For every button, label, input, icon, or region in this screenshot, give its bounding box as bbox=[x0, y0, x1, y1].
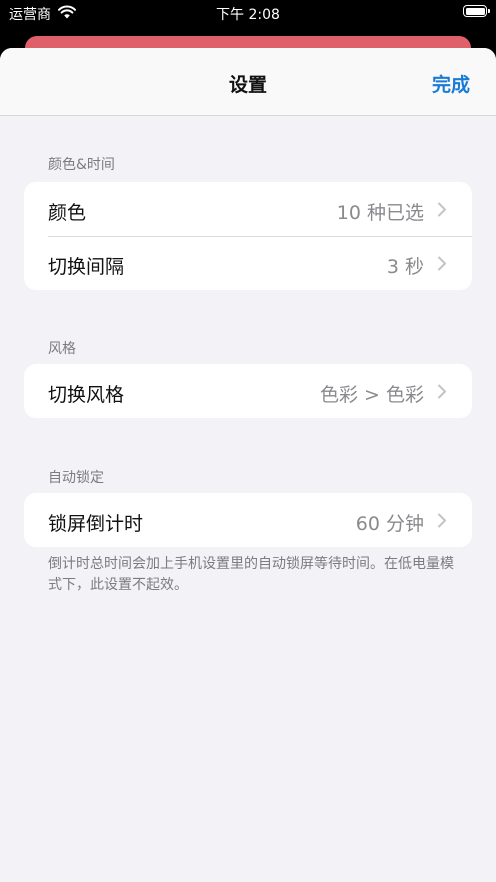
chevron-right-icon bbox=[438, 202, 446, 217]
row-switch-style[interactable]: 切换风格 色彩 > 色彩 bbox=[24, 364, 472, 418]
chevron-right-icon bbox=[438, 256, 446, 271]
nav-bar: 设置 完成 bbox=[0, 48, 496, 116]
row-switch-style-label: 切换风格 bbox=[48, 384, 125, 406]
section-header-color-time: 颜色&时间 bbox=[48, 157, 115, 173]
section-header-style: 风格 bbox=[48, 341, 76, 357]
chevron-right-icon bbox=[438, 513, 446, 528]
done-button[interactable]: 完成 bbox=[432, 70, 470, 97]
settings-group-auto-lock: 锁屏倒计时 60 分钟 bbox=[24, 493, 472, 547]
chevron-right-icon bbox=[438, 384, 446, 399]
row-color-value: 10 种已选 bbox=[336, 202, 424, 224]
auto-lock-footer-note: 倒计时总时间会加上手机设置里的自动锁屏等待时间。在低电量模式下，此设置不起效。 bbox=[48, 556, 454, 593]
status-time: 下午 2:08 bbox=[216, 7, 280, 23]
row-interval-label: 切换间隔 bbox=[48, 256, 125, 278]
row-color[interactable]: 颜色 10 种已选 bbox=[24, 182, 472, 236]
settings-group-color-time: 颜色 10 种已选 切换间隔 3 秒 bbox=[24, 182, 472, 290]
settings-group-style: 切换风格 色彩 > 色彩 bbox=[24, 364, 472, 418]
row-color-label: 颜色 bbox=[48, 202, 87, 224]
status-bar: 运营商 下午 2:08 bbox=[0, 0, 496, 26]
row-interval-value: 3 秒 bbox=[386, 256, 424, 278]
page-title: 设置 bbox=[228, 74, 267, 96]
row-lock-countdown[interactable]: 锁屏倒计时 60 分钟 bbox=[24, 493, 472, 547]
row-switch-style-value: 色彩 > 色彩 bbox=[320, 384, 424, 406]
row-lock-countdown-value: 60 分钟 bbox=[355, 513, 424, 535]
section-header-auto-lock: 自动锁定 bbox=[48, 470, 104, 486]
row-lock-countdown-label: 锁屏倒计时 bbox=[48, 513, 144, 535]
battery-icon bbox=[463, 5, 490, 17]
row-interval[interactable]: 切换间隔 3 秒 bbox=[24, 236, 472, 290]
settings-sheet: 设置 完成 颜色&时间 颜色 10 种已选 切换间隔 3 秒 风格 切换风格 色… bbox=[0, 48, 496, 882]
